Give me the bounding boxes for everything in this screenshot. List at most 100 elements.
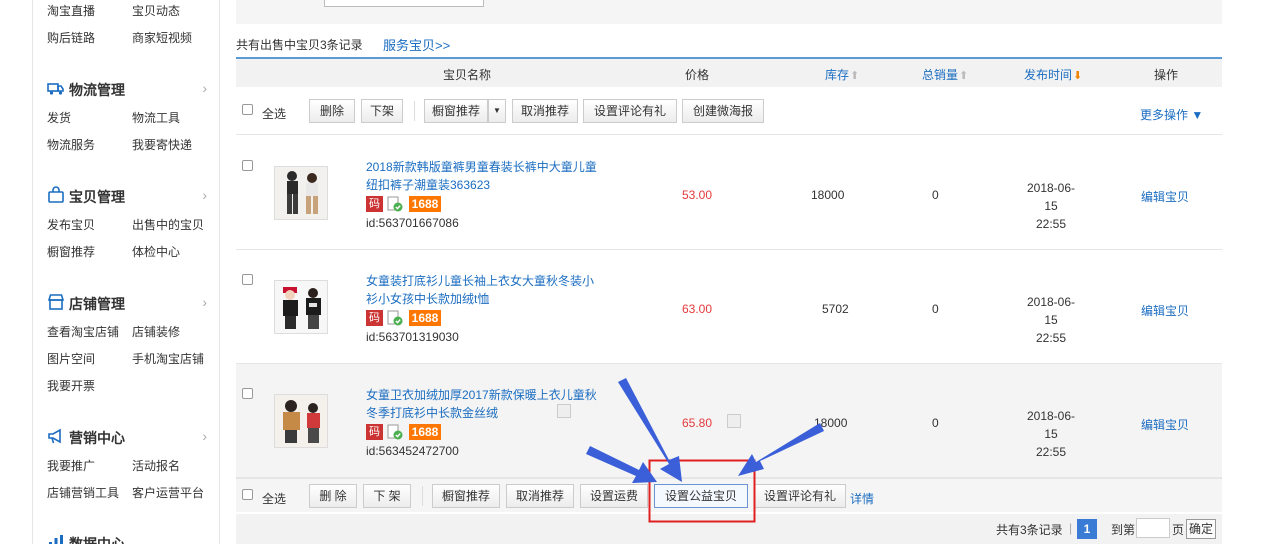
page-root: 淘宝直播 宝贝动态 购后链路 商家短视频 物流管理 › 发货 物流工具 物流服务… (0, 0, 1264, 544)
edit-item-link[interactable]: 编辑宝贝 (1141, 188, 1189, 205)
cancel-recommend-button[interactable]: 取消推荐 (506, 484, 574, 508)
details-link[interactable]: 详情 (850, 490, 874, 507)
showcase-button[interactable]: 橱窗推荐 (432, 484, 500, 508)
top-toolbar: 全选 删除 下架 橱窗推荐 ▼ 取消推荐 设置评论有礼 创建微海报 更多操作 ▼ (236, 87, 1222, 135)
sidebar-item-row: 店铺营销工具 客户运营平台 (47, 484, 219, 500)
header-price: 价格 (685, 68, 710, 82)
unlist-button[interactable]: 下架 (361, 99, 403, 123)
sidebar-item-taobao-live[interactable]: 淘宝直播 (47, 2, 95, 19)
more-operations-link[interactable]: 更多操作 ▼ (1140, 106, 1203, 123)
sidebar-item-item-updates[interactable]: 宝贝动态 (132, 2, 180, 19)
sidebar-item-event-signup[interactable]: 活动报名 (132, 457, 180, 474)
product-id: id:563701667086 (366, 216, 459, 230)
sidebar-item-marketing-tools[interactable]: 店铺营销工具 (47, 484, 119, 501)
header-ops: 操作 (1154, 68, 1179, 82)
sidebar-item-store-decoration[interactable]: 店铺装修 (132, 323, 180, 340)
table-row: 女童装打底衫儿童长袖上衣女大童秋冬装小衫小女孩中长款加绒t恤 码 1688 id… (236, 250, 1222, 364)
chart-icon (49, 535, 63, 544)
product-id: id:563452472700 (366, 444, 459, 458)
product-price: 65.80 (682, 416, 713, 430)
size-code-badge: 码 (366, 424, 383, 440)
sidebar-item-row: 发布宝贝 出售中的宝贝 (47, 216, 219, 232)
sidebar-item-short-video[interactable]: 商家短视频 (132, 29, 192, 46)
sidebar-section-marketing[interactable]: 营销中心 › (47, 426, 219, 446)
sort-sales[interactable]: 总销量⬆ (922, 66, 968, 83)
sidebar-section-store[interactable]: 店铺管理 › (47, 292, 219, 312)
page-unit-label: 页 (1172, 523, 1185, 537)
product-thumbnail[interactable] (274, 280, 328, 334)
unlist-button[interactable]: 下 架 (363, 484, 411, 508)
sidebar-item-logistics-service[interactable]: 物流服务 (47, 136, 95, 153)
header-publish-label: 发布时间 (1024, 68, 1073, 82)
filter-input[interactable] (324, 0, 484, 7)
sidebar-item-showcase[interactable]: 橱窗推荐 (47, 243, 95, 260)
product-sales: 0 (932, 302, 939, 316)
edit-item-link[interactable]: 编辑宝贝 (1141, 302, 1189, 319)
sidebar-item-health-check[interactable]: 体检中心 (132, 243, 180, 260)
goto-page-input[interactable] (1136, 518, 1170, 538)
sidebar-item-post-purchase[interactable]: 购后链路 (47, 29, 95, 46)
sidebar-item-items-on-sale[interactable]: 出售中的宝贝 (132, 216, 204, 233)
sidebar-item-row: 发货 物流工具 (47, 109, 219, 125)
chevron-right-icon: › (202, 294, 207, 310)
select-all-checkbox[interactable] (242, 489, 253, 500)
sidebar-item-view-store[interactable]: 查看淘宝店铺 (47, 323, 119, 340)
chevron-right-icon: › (202, 428, 207, 444)
sidebar-item-publish-item[interactable]: 发布宝贝 (47, 216, 95, 233)
sidebar-item-ship[interactable]: 发货 (47, 109, 71, 126)
sidebar-item-send-express[interactable]: 我要寄快递 (132, 136, 192, 153)
product-thumbnail[interactable] (274, 166, 328, 220)
create-poster-button[interactable]: 创建微海报 (682, 99, 764, 123)
1688-badge: 1688 (409, 310, 441, 326)
sidebar-section-items[interactable]: 宝贝管理 › (47, 185, 219, 205)
delete-button[interactable]: 删除 (309, 99, 355, 123)
product-sales: 0 (932, 416, 939, 430)
sidebar-section-data[interactable]: 数据中心 (47, 532, 219, 544)
cancel-recommend-button[interactable]: 取消推荐 (512, 99, 578, 123)
product-title-link[interactable]: 2018新款韩版童裤男童春装长裤中大童儿童纽扣裤子潮童装363623 (366, 158, 598, 194)
edit-title-pencil-icon[interactable] (557, 404, 571, 418)
edit-price-pencil-icon[interactable] (727, 414, 741, 428)
sidebar-item-image-space[interactable]: 图片空间 (47, 350, 95, 367)
set-shipping-button[interactable]: 设置运费 (580, 484, 648, 508)
product-thumbnail[interactable] (274, 394, 328, 448)
row-checkbox[interactable] (242, 160, 253, 171)
edit-item-link[interactable]: 编辑宝贝 (1141, 416, 1189, 433)
sidebar-item-row: 我要开票 (47, 377, 219, 393)
product-stock: 5702 (822, 302, 849, 316)
set-review-gift-button[interactable]: 设置评论有礼 (583, 99, 677, 123)
sidebar-item-invoice[interactable]: 我要开票 (47, 377, 95, 394)
row-checkbox[interactable] (242, 274, 253, 285)
pager-divider: | (1069, 521, 1073, 535)
sidebar-section-logistics[interactable]: 物流管理 › (47, 78, 219, 98)
store-icon (47, 294, 65, 310)
sort-stock[interactable]: 库存⬆ (825, 66, 859, 83)
sort-publish-time[interactable]: 发布时间⬇ (1024, 66, 1082, 83)
product-image (275, 281, 327, 333)
sort-up-icon: ⬆ (850, 70, 860, 82)
page-number-current[interactable]: 1 (1077, 519, 1097, 539)
sidebar-item-row: 物流服务 我要寄快递 (47, 136, 219, 152)
delete-button[interactable]: 删 除 (309, 484, 357, 508)
service-items-link[interactable]: 服务宝贝>> (383, 35, 450, 54)
set-charity-item-button[interactable]: 设置公益宝贝 (654, 484, 748, 508)
publish-time: 22:55 (1035, 331, 1067, 345)
set-review-gift-button[interactable]: 设置评论有礼 (754, 484, 846, 508)
select-all-checkbox[interactable] (242, 104, 253, 115)
sidebar-item-customer-platform[interactable]: 客户运营平台 (132, 484, 204, 501)
total-records: 共有3条记录 (996, 523, 1063, 537)
select-all-label: 全选 (262, 492, 287, 506)
sidebar-item-mobile-store[interactable]: 手机淘宝店铺 (132, 350, 204, 367)
product-price: 63.00 (682, 302, 713, 316)
sidebar-item-promotion[interactable]: 我要推广 (47, 457, 95, 474)
product-title-link[interactable]: 女童装打底衫儿童长袖上衣女大童秋冬装小衫小女孩中长款加绒t恤 (366, 272, 598, 308)
sidebar-item-row: 我要推广 活动报名 (47, 457, 219, 473)
goto-page-confirm-button[interactable]: 确定 (1186, 519, 1217, 539)
sidebar-item-logistics-tools[interactable]: 物流工具 (132, 109, 180, 126)
showcase-button[interactable]: 橱窗推荐 (424, 99, 488, 123)
showcase-dropdown-button[interactable]: ▼ (488, 99, 506, 123)
product-price: 53.00 (682, 188, 713, 202)
table-row: 2018新款韩版童裤男童春装长裤中大童儿童纽扣裤子潮童装363623 码 168… (236, 136, 1222, 250)
row-checkbox[interactable] (242, 388, 253, 399)
publish-date: 2018-06-15 (1026, 409, 1076, 441)
